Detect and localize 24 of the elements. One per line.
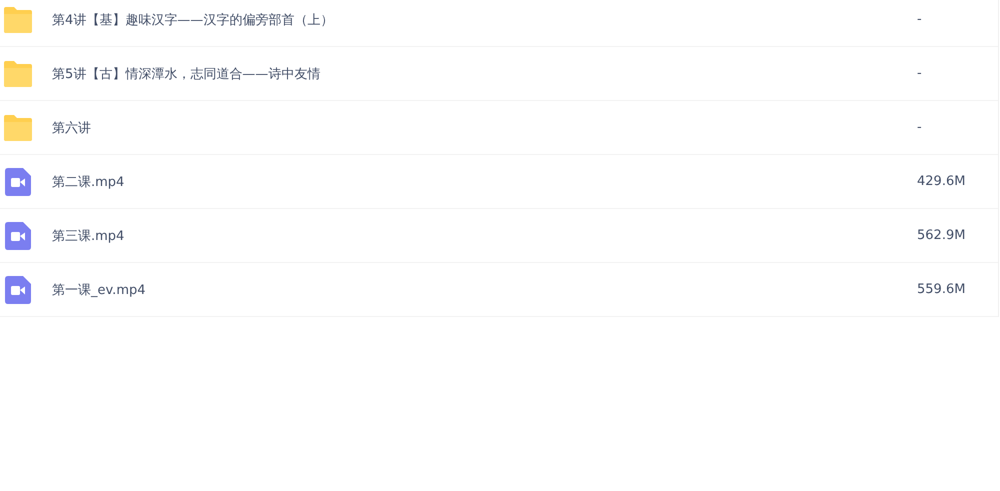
file-row[interactable]: 第三课.mp4 562.9M <box>0 209 998 263</box>
folder-icon <box>2 114 34 140</box>
video-file-icon <box>5 222 31 250</box>
file-name: 第5讲【古】情深潭水，志同道合——诗中友情 <box>52 66 322 82</box>
folder-icon <box>2 6 34 32</box>
file-size: 562.9M <box>917 228 966 243</box>
file-row[interactable]: 第一课_ev.mp4 559.6M <box>0 263 998 317</box>
file-size: 429.6M <box>917 174 966 189</box>
file-name: 第一课_ev.mp4 <box>52 282 147 298</box>
file-size: - <box>917 12 923 27</box>
file-size: - <box>917 66 923 81</box>
file-name: 第三课.mp4 <box>52 228 126 244</box>
file-size: - <box>917 120 923 135</box>
video-file-icon <box>5 168 31 196</box>
file-row[interactable]: 第4讲【基】趣味汉字——汉字的偏旁部首（上） - <box>0 0 998 47</box>
folder-icon <box>2 60 34 86</box>
file-row[interactable]: 第二课.mp4 429.6M <box>0 155 998 209</box>
file-name: 第六讲 <box>52 120 92 136</box>
file-name: 第二课.mp4 <box>52 174 126 190</box>
file-name: 第4讲【基】趣味汉字——汉字的偏旁部首（上） <box>52 12 334 28</box>
file-row[interactable]: 第六讲 - <box>0 101 998 155</box>
file-row[interactable]: 第5讲【古】情深潭水，志同道合——诗中友情 - <box>0 47 998 101</box>
file-size: 559.6M <box>917 282 966 297</box>
video-file-icon <box>5 276 31 304</box>
